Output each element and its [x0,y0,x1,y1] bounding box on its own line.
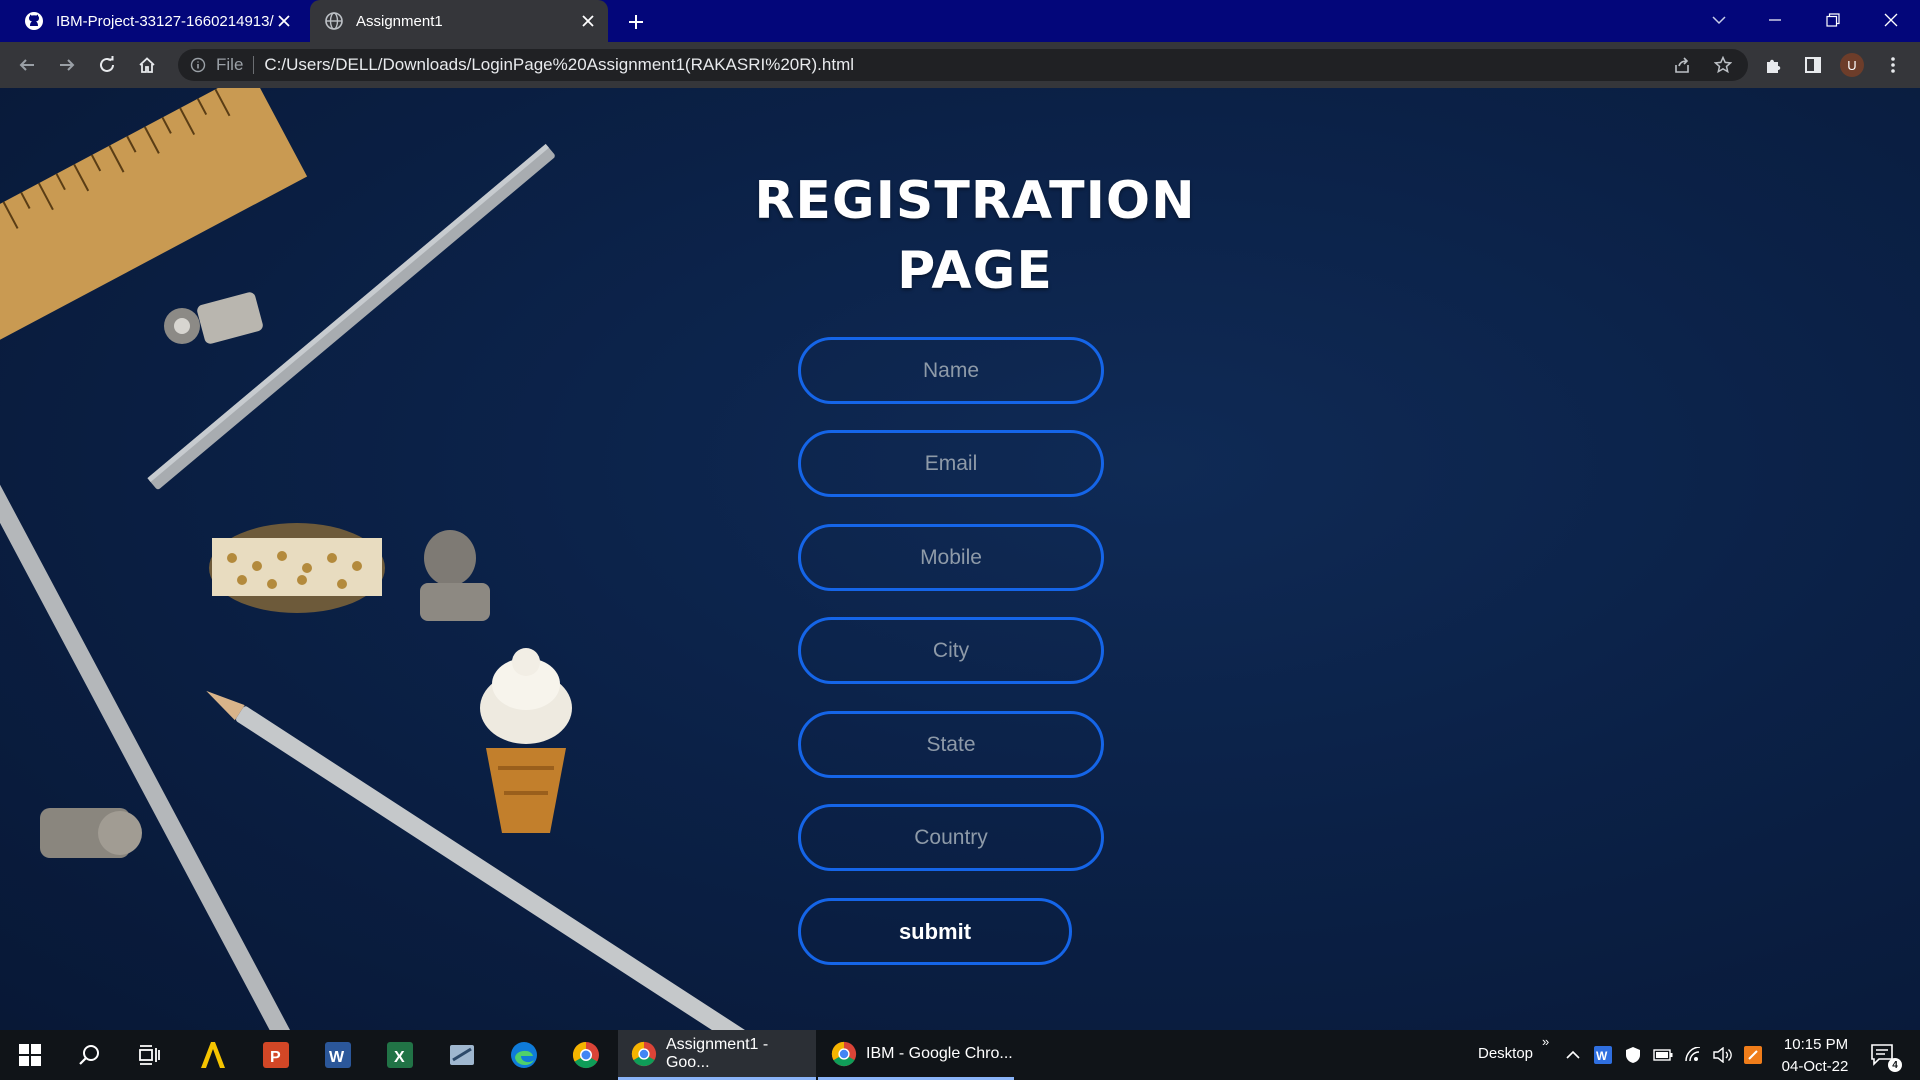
notifications-button[interactable]: 4 [1868,1040,1902,1072]
pencil-image [206,690,747,1030]
svg-text:W: W [1596,1049,1608,1063]
reload-button[interactable] [93,51,121,79]
minimize-icon [1769,19,1781,21]
start-button[interactable] [10,1035,50,1075]
binder-clip-image [420,530,490,621]
snipping-tool-icon[interactable] [442,1035,482,1075]
close-icon[interactable] [274,11,294,31]
chevron-up-icon[interactable] [1563,1045,1583,1065]
tape-roll-image [209,523,385,613]
country-input[interactable] [798,804,1104,871]
arrow-right-icon [60,59,75,71]
taskbar-app-label: IBM - Google Chro... [866,1044,1013,1062]
chrome-icon[interactable] [566,1035,606,1075]
address-bar[interactable]: File C:/Users/DELL/Downloads/LoginPage%2… [178,49,1748,81]
url-text: C:/Users/DELL/Downloads/LoginPage%20Assi… [264,55,855,74]
scheme-label: File [216,55,244,74]
word-icon[interactable]: W [318,1035,358,1075]
new-tab-button[interactable] [622,8,650,36]
home-icon [139,57,155,73]
github-icon [25,12,43,30]
mobile-input[interactable] [798,524,1104,591]
wps-icon[interactable]: W [1593,1045,1613,1065]
title-line: PAGE [897,241,1053,301]
arrow-left-icon [19,59,34,71]
reload-icon [100,56,114,72]
info-icon[interactable] [188,55,208,75]
windows-icon [19,1044,41,1066]
chevron-right-icon[interactable]: » [1542,1034,1549,1049]
task-view-button[interactable] [130,1035,170,1075]
home-button[interactable] [133,51,161,79]
task-view-icon [139,1045,160,1065]
restore-icon [1826,13,1840,27]
chrome-icon [631,1041,657,1066]
close-window-button[interactable] [1868,0,1914,40]
tab-assignment1[interactable]: Assignment1 [310,0,608,42]
svg-text:P: P [270,1049,281,1066]
ruler-image [0,88,308,374]
page-title: REGISTRATION PAGE [640,166,1310,306]
puzzle-icon [1767,59,1781,73]
close-icon [1884,13,1898,27]
battery-icon[interactable] [1653,1045,1673,1065]
forward-button[interactable] [53,51,81,79]
close-icon[interactable] [578,11,598,31]
svg-text:W: W [329,1049,345,1066]
name-input[interactable] [798,337,1104,404]
chevron-down-icon [1712,16,1726,25]
binder-clip-image [40,808,142,858]
notification-count-badge: 4 [1888,1058,1902,1072]
page-viewport: REGISTRATION PAGE submit [0,88,1920,1030]
clock-date[interactable]: 04-Oct-22 [1775,1058,1855,1075]
state-input[interactable] [798,711,1104,778]
back-button[interactable] [13,51,41,79]
clock-time[interactable]: 10:15 PM [1780,1036,1852,1053]
wifi-icon[interactable] [1683,1045,1703,1065]
tab-label: IBM-Project-33127-1660214913/ [56,12,274,30]
taskbar-app-label: Assignment1 - Goo... [665,1035,769,1071]
globe-icon [325,12,343,30]
excel-icon[interactable]: X [380,1035,420,1075]
volume-icon[interactable] [1713,1045,1733,1065]
city-input[interactable] [798,617,1104,684]
star-icon [1714,56,1732,74]
side-panel-button[interactable] [1799,51,1827,79]
taskbar-app-ibm[interactable]: IBM - Google Chro... [818,1030,1014,1080]
edge-icon[interactable] [504,1035,544,1075]
tab-label: Assignment1 [356,12,443,30]
minimize-button[interactable] [1752,0,1798,40]
chrome-icon [831,1041,857,1066]
title-line: REGISTRATION [754,171,1196,231]
submit-button[interactable]: submit [798,898,1072,965]
browser-toolbar: File C:/Users/DELL/Downloads/LoginPage%2… [0,42,1920,88]
divider [253,56,255,74]
ice-cream-image [480,648,572,833]
email-input[interactable] [798,430,1104,497]
app-tray-icon[interactable] [1743,1045,1763,1065]
taskbar-app-assignment1[interactable]: Assignment1 - Goo... [618,1030,816,1080]
extensions-button[interactable] [1759,51,1787,79]
more-vertical-icon [1891,57,1895,73]
binder-clip-image [164,292,263,344]
app-launcher-icon[interactable] [193,1035,233,1075]
bookmark-button[interactable] [1709,51,1737,79]
search-button[interactable] [70,1035,110,1075]
powerpoint-icon[interactable]: P [256,1035,296,1075]
tab-search-button[interactable] [1696,0,1742,40]
menu-button[interactable] [1879,51,1907,79]
search-icon [79,1045,99,1065]
share-button[interactable] [1668,51,1696,79]
side-panel-icon [1805,57,1821,73]
svg-text:X: X [394,1049,405,1066]
desktop-toolbar-label[interactable]: Desktop [1478,1045,1533,1062]
profile-avatar[interactable]: U [1840,53,1864,77]
plus-icon [629,15,643,29]
tab-strip: IBM-Project-33127-1660214913/ Assignment… [0,0,1920,42]
restore-button[interactable] [1810,0,1856,40]
tab-ibm-project[interactable]: IBM-Project-33127-1660214913/ [12,0,304,42]
security-icon[interactable] [1623,1045,1643,1065]
share-icon [1675,57,1689,73]
taskbar: P W X Assignment1 - Goo... IBM - Google … [0,1030,1920,1080]
